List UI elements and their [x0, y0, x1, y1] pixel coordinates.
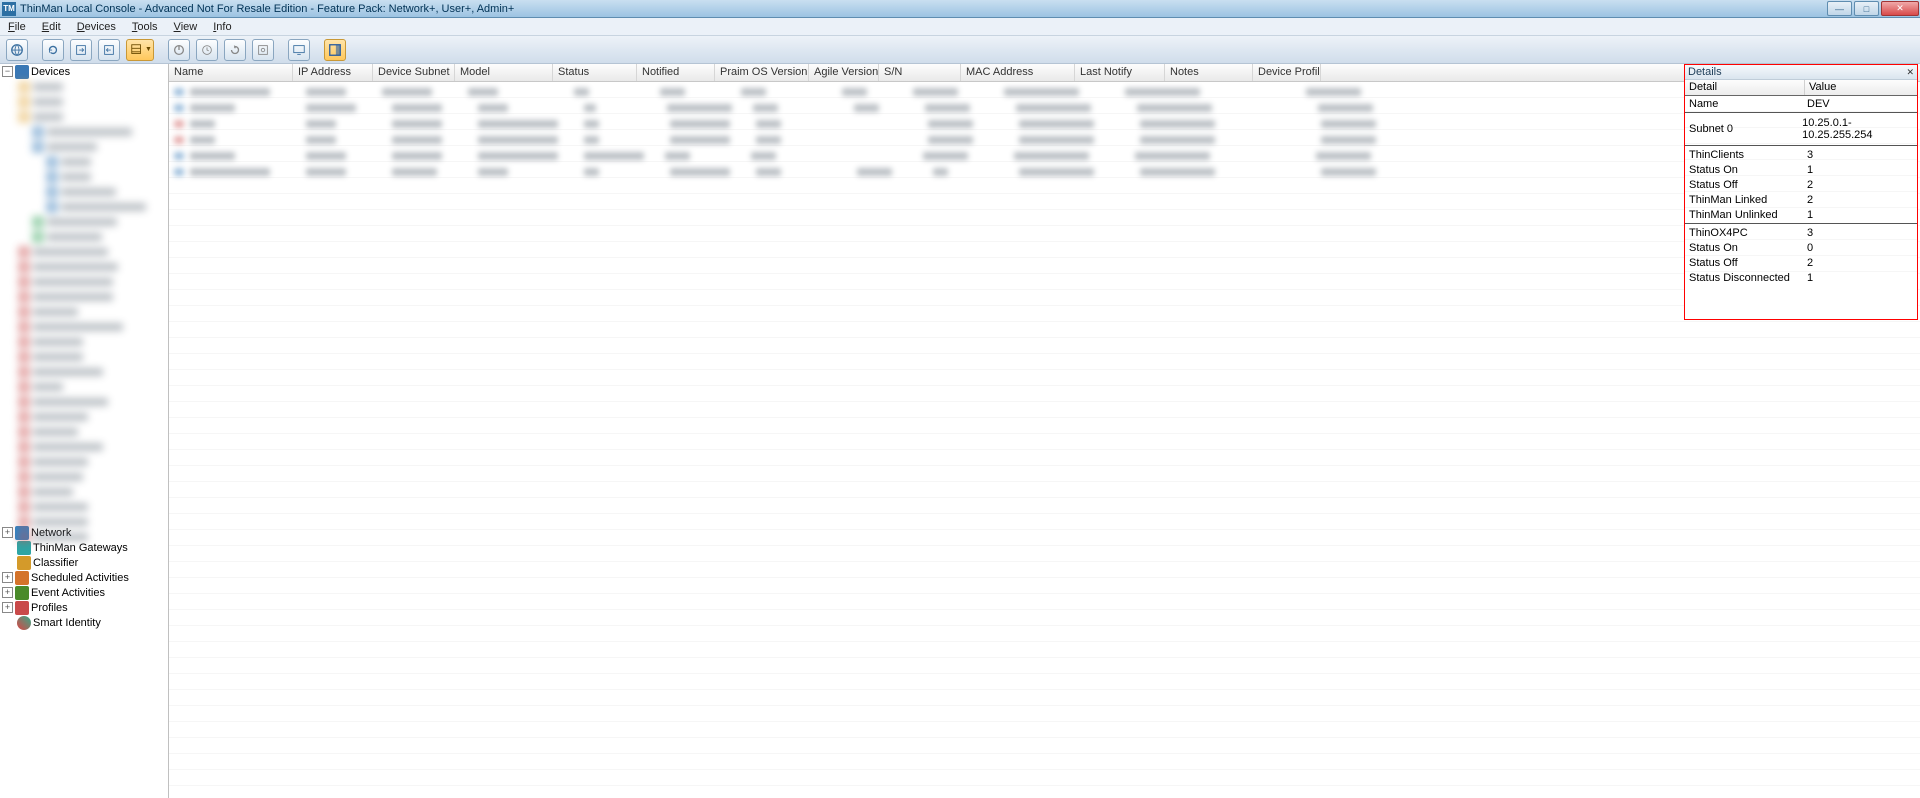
details-row: Status On1	[1685, 162, 1917, 177]
tree-root-devices[interactable]: − Devices	[0, 64, 168, 79]
app-icon: TM	[2, 2, 16, 16]
column-model[interactable]: Model	[455, 64, 553, 81]
tool-export-icon[interactable]	[70, 39, 92, 61]
ic-prof	[15, 601, 29, 615]
tool-restart-icon[interactable]	[224, 39, 246, 61]
column-praim-os-version[interactable]: Praim OS Version	[715, 64, 809, 81]
details-row: ThinMan Linked2	[1685, 192, 1917, 207]
column-ip-address[interactable]: IP Address	[293, 64, 373, 81]
expand-icon[interactable]: +	[2, 602, 13, 613]
tool-clock-icon[interactable]	[196, 39, 218, 61]
ic-ident	[17, 616, 31, 630]
column-status[interactable]: Status	[553, 64, 637, 81]
tool-power-icon[interactable]	[168, 39, 190, 61]
ic-sched	[15, 571, 29, 585]
maximize-button[interactable]: □	[1854, 1, 1879, 16]
ic-evt	[15, 586, 29, 600]
tree-item-smart-identity[interactable]: Smart Identity	[0, 615, 168, 630]
menu-info[interactable]: Info	[205, 20, 239, 34]
table-rows-blurred	[169, 82, 1920, 180]
expand-icon[interactable]: +	[2, 587, 13, 598]
menu-view[interactable]: View	[166, 20, 206, 34]
tree-item-scheduled-activities[interactable]: + Scheduled Activities	[0, 570, 168, 585]
expand-icon[interactable]: +	[2, 572, 13, 583]
column-last-notify[interactable]: Last Notify	[1075, 64, 1165, 81]
details-header: Detail Value	[1685, 80, 1917, 96]
details-row: Status Off2	[1685, 255, 1917, 270]
column-agile-version[interactable]: Agile Version	[809, 64, 879, 81]
tool-view-mode-icon[interactable]: ▼	[126, 39, 154, 61]
tree-blurred-items	[0, 79, 168, 525]
tree-root-label: Devices	[31, 66, 70, 78]
minimize-button[interactable]: —	[1827, 1, 1852, 16]
tree-item-profiles[interactable]: + Profiles	[0, 600, 168, 615]
tool-monitor-icon[interactable]	[288, 39, 310, 61]
table-grid	[169, 82, 1920, 798]
devices-icon	[15, 65, 29, 79]
details-title: Details	[1688, 66, 1722, 78]
column-s/n[interactable]: S/N	[879, 64, 961, 81]
tree-item-classifier[interactable]: Classifier	[0, 555, 168, 570]
collapse-icon[interactable]: −	[2, 66, 13, 77]
column-notes[interactable]: Notes	[1165, 64, 1253, 81]
tree-item-label: Scheduled Activities	[31, 572, 129, 584]
tool-globe-icon[interactable]	[6, 39, 28, 61]
titlebar: TM ThinMan Local Console - Advanced Not …	[0, 0, 1920, 18]
tree-item-event-activities[interactable]: + Event Activities	[0, 585, 168, 600]
details-panel: Details ✕ Detail Value Name DEV Subnet 0…	[1684, 64, 1918, 320]
menu-edit[interactable]: Edit	[34, 20, 69, 34]
details-header-key: Detail	[1685, 80, 1805, 95]
column-notified[interactable]: Notified	[637, 64, 715, 81]
ic-cls	[17, 556, 31, 570]
menubar: File Edit Devices Tools View Info	[0, 18, 1920, 36]
column-device-subnet[interactable]: Device Subnet	[373, 64, 455, 81]
details-row: ThinOX4PC3	[1685, 225, 1917, 240]
menu-file[interactable]: File	[0, 20, 34, 34]
details-row-name: Name DEV	[1685, 96, 1917, 111]
details-row-subnet: Subnet 0 10.25.0.1-10.25.255.254	[1685, 114, 1917, 144]
tree-item-label: Smart Identity	[33, 617, 101, 629]
details-row: Status Off2	[1685, 177, 1917, 192]
expand-icon[interactable]: +	[2, 527, 13, 538]
tree-item-label: Profiles	[31, 602, 68, 614]
content-area: − Devices	[0, 64, 1920, 798]
tree-item-label: Event Activities	[31, 587, 105, 599]
column-name[interactable]: Name	[169, 64, 293, 81]
toolbar: ▼	[0, 36, 1920, 64]
details-row: ThinMan Unlinked1	[1685, 207, 1917, 222]
tool-settings-icon[interactable]	[252, 39, 274, 61]
details-row: Status On0	[1685, 240, 1917, 255]
tool-details-panel-icon[interactable]	[324, 39, 346, 61]
menu-tools[interactable]: Tools	[124, 20, 166, 34]
table-header: NameIP AddressDevice SubnetModelStatusNo…	[169, 64, 1920, 82]
tree-item-label: Classifier	[33, 557, 78, 569]
tool-import-icon[interactable]	[98, 39, 120, 61]
window-title: ThinMan Local Console - Advanced Not For…	[18, 3, 1825, 15]
close-button[interactable]: ✕	[1881, 1, 1919, 16]
tree-panel: − Devices	[0, 64, 169, 798]
details-titlebar: Details ✕	[1685, 65, 1917, 80]
details-close-icon[interactable]: ✕	[1906, 67, 1914, 78]
column-mac-address[interactable]: MAC Address	[961, 64, 1075, 81]
details-row: ThinClients3	[1685, 147, 1917, 162]
menu-devices[interactable]: Devices	[69, 20, 124, 34]
device-table: NameIP AddressDevice SubnetModelStatusNo…	[169, 64, 1920, 798]
details-row: Status Disconnected1	[1685, 270, 1917, 285]
column-device-profile-status[interactable]: Device Profile Status	[1253, 64, 1321, 81]
tool-refresh-icon[interactable]	[42, 39, 64, 61]
details-header-value: Value	[1805, 80, 1840, 95]
